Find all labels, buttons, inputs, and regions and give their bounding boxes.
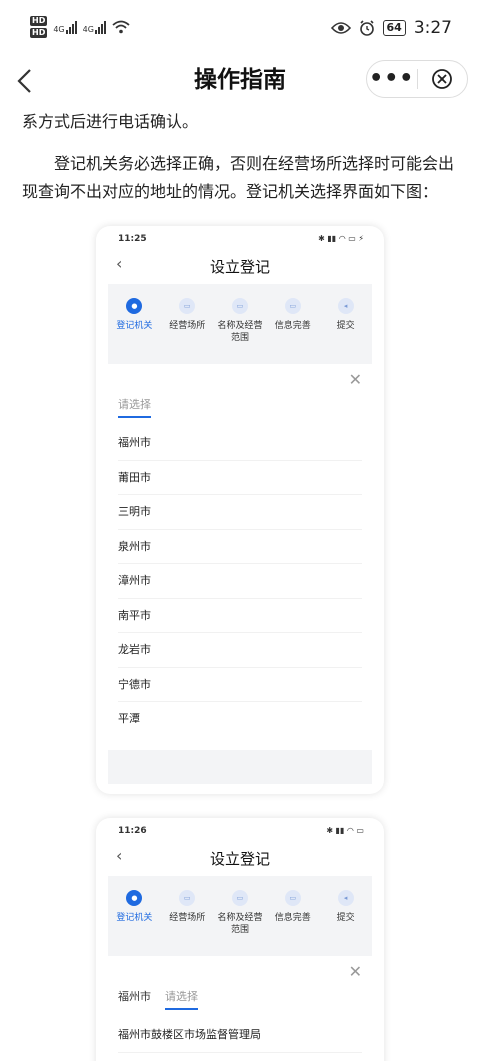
list-item: 宁德市 bbox=[118, 668, 362, 702]
shot1-step: ▭ 名称及经营范围 bbox=[214, 298, 267, 364]
shot1-select-panel: ✕ 请选择 福州市 莆田市 三明市 泉州市 漳州市 南平市 龙岩市 宁德市 平潭 bbox=[108, 364, 372, 737]
shot2-nav: ‹ 设立登记 bbox=[96, 842, 384, 876]
shot1-tab: 请选择 bbox=[118, 396, 151, 418]
signal-icon-2: 4G bbox=[82, 20, 106, 34]
network-type-2: 4G bbox=[82, 24, 94, 34]
shot1-time: 11:25 bbox=[118, 234, 147, 244]
step-dot-icon: ◂ bbox=[337, 890, 354, 906]
shot1-step: ◂ 提交 bbox=[319, 298, 372, 364]
shot1-list: 福州市 莆田市 三明市 泉州市 漳州市 南平市 龙岩市 宁德市 平潭 bbox=[108, 418, 372, 737]
shot1-step: ▭ 经营场所 bbox=[161, 298, 214, 364]
list-item: 莆田市 bbox=[118, 461, 362, 495]
list-item: 龙岩市 bbox=[118, 633, 362, 668]
step-dot-icon: ▭ bbox=[284, 298, 301, 314]
shot1-bottom-bar bbox=[108, 750, 372, 784]
battery-level: 64 bbox=[382, 20, 406, 36]
list-item: 南平市 bbox=[118, 599, 362, 633]
shot2-status-icons: ✱ ▮▮ ◠ ▭ bbox=[326, 826, 364, 835]
shot1-title: 设立登记 bbox=[209, 258, 270, 276]
alarm-icon bbox=[359, 20, 374, 36]
shot2-step: ▭ 名称及经营范围 bbox=[214, 890, 267, 956]
shot1-step: ● 登记机关 bbox=[108, 298, 161, 364]
nav-bar: 操作指南 ••• bbox=[0, 58, 480, 106]
list-item: 漳州市 bbox=[118, 564, 362, 599]
shot2-step: ◂ 提交 bbox=[319, 890, 372, 956]
shot2-tab-selected: 福州市 bbox=[118, 990, 151, 1003]
network-type-1: 4G bbox=[53, 24, 65, 34]
embedded-screenshot-1: 11:25 ✱ ▮▮ ◠ ▭ ⚡ ‹ 设立登记 ● 登记机关 ▭ 经营场所 ▭ 名称及… bbox=[96, 226, 384, 794]
hd-badge-1: HD bbox=[30, 16, 48, 26]
shot2-step: ● 登记机关 bbox=[108, 890, 161, 956]
paragraph-2: 登记机关务必选择正确，否则在经营场所选择时可能会出现查询不出对应的地址的情况。登… bbox=[22, 154, 455, 201]
paragraph-1: 系方式后进行电话确认。 bbox=[22, 112, 199, 131]
close-mini-program-button[interactable] bbox=[417, 68, 467, 90]
target-close-icon bbox=[432, 69, 453, 89]
shot2-list: 福州市鼓楼区市场监督管理局 bbox=[108, 1010, 372, 1053]
shot2-close-icon: ✕ bbox=[348, 962, 362, 981]
shot1-status-bar: 11:25 ✱ ▮▮ ◠ ▭ ⚡ bbox=[96, 226, 384, 250]
list-item: 福州市 bbox=[118, 426, 362, 461]
shot2-time: 11:26 bbox=[118, 826, 147, 836]
hd-badge-2: HD bbox=[30, 28, 48, 38]
more-button[interactable]: ••• bbox=[367, 68, 417, 90]
step-dot-icon: ▭ bbox=[231, 890, 248, 906]
list-item: 泉州市 bbox=[118, 530, 362, 564]
step-dot-icon: ▭ bbox=[179, 890, 196, 906]
shot2-title: 设立登记 bbox=[209, 850, 270, 868]
status-right: 64 3:27 bbox=[330, 18, 452, 38]
shot2-steps: ● 登记机关 ▭ 经营场所 ▭ 名称及经营范围 ▭ 信息完善 ◂ 提交 bbox=[108, 876, 372, 956]
shot2-select-panel: ✕ 福州市 请选择 福州市鼓楼区市场监督管理局 bbox=[108, 956, 372, 1053]
article-content: 系方式后进行电话确认。 登记机关务必选择正确，否则在经营场所选择时可能会出现查询… bbox=[0, 108, 480, 206]
shot1-close-icon: ✕ bbox=[348, 370, 362, 389]
list-item: 福州市鼓楼区市场监督管理局 bbox=[118, 1018, 362, 1053]
shot2-status-bar: 11:26 ✱ ▮▮ ◠ ▭ bbox=[96, 818, 384, 842]
eye-icon bbox=[330, 22, 351, 34]
shot2-tabs: 福州市 请选择 bbox=[108, 956, 372, 1010]
shot1-nav: ‹ 设立登记 bbox=[96, 250, 384, 284]
step-dot-icon: ● bbox=[126, 298, 143, 314]
shot1-steps: ● 登记机关 ▭ 经营场所 ▭ 名称及经营范围 ▭ 信息完善 ◂ 提交 bbox=[108, 284, 372, 364]
step-dot-icon: ▭ bbox=[179, 298, 196, 314]
step-dot-icon: ▭ bbox=[284, 890, 301, 906]
shot1-step: ▭ 信息完善 bbox=[266, 298, 319, 364]
status-left: HD HD 4G 4G bbox=[30, 16, 130, 38]
mini-program-capsule: ••• bbox=[366, 60, 468, 98]
shot2-tab-current: 请选择 bbox=[165, 988, 198, 1010]
step-dot-icon: ▭ bbox=[231, 298, 248, 314]
step-dot-icon: ◂ bbox=[337, 298, 354, 314]
list-item: 三明市 bbox=[118, 495, 362, 530]
wifi-icon bbox=[112, 20, 130, 34]
shot2-step: ▭ 经营场所 bbox=[161, 890, 214, 956]
clock-time: 3:27 bbox=[413, 18, 452, 38]
shot1-status-icons: ✱ ▮▮ ◠ ▭ ⚡ bbox=[318, 234, 364, 243]
signal-icon-1: 4G bbox=[53, 20, 77, 34]
list-item: 平潭 bbox=[118, 712, 140, 725]
shot1-tabs: 请选择 bbox=[108, 364, 372, 418]
status-bar: HD HD 4G 4G 64 3:27 bbox=[0, 0, 480, 58]
shot2-step: ▭ 信息完善 bbox=[266, 890, 319, 956]
hd-indicators: HD HD bbox=[30, 16, 48, 38]
embedded-screenshot-2: 11:26 ✱ ▮▮ ◠ ▭ ‹ 设立登记 ● 登记机关 ▭ 经营场所 ▭ 名称及经营… bbox=[96, 818, 384, 1061]
step-dot-icon: ● bbox=[126, 890, 143, 906]
